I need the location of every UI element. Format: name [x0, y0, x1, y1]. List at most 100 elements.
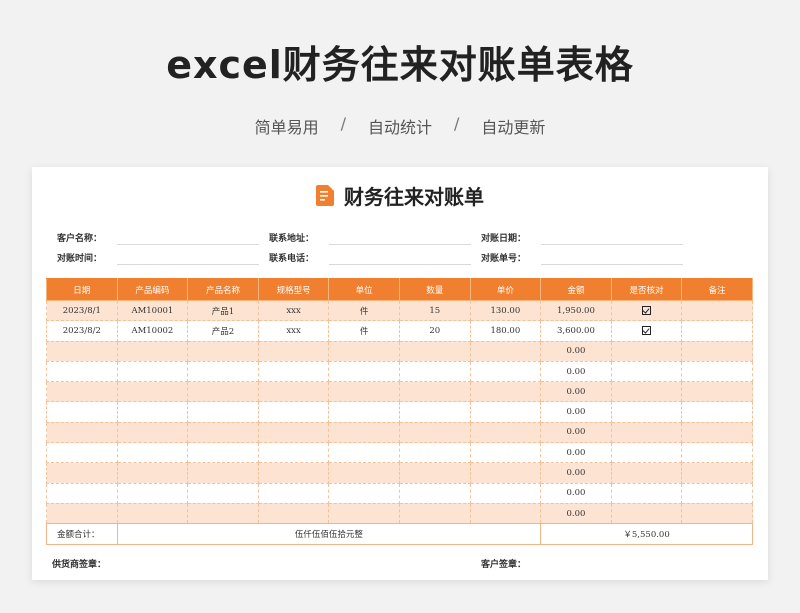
- cell-unit[interactable]: 件: [328, 320, 400, 342]
- cell-checked[interactable]: [610, 482, 683, 504]
- cell-unit-price[interactable]: [469, 442, 542, 464]
- contact-phone-field[interactable]: [329, 264, 471, 265]
- cell-unit-price[interactable]: [469, 502, 542, 525]
- cell-note[interactable]: [681, 462, 753, 484]
- cell-product-name[interactable]: 产品2: [187, 320, 259, 342]
- cell-checked[interactable]: [610, 360, 683, 383]
- cell-spec[interactable]: [257, 421, 330, 444]
- cell-spec[interactable]: [257, 462, 330, 484]
- cell-quantity[interactable]: [398, 462, 471, 484]
- cell-product-name[interactable]: [187, 381, 259, 403]
- cell-checked[interactable]: [610, 462, 683, 484]
- cell-product-name[interactable]: [187, 442, 259, 464]
- cell-note[interactable]: [681, 299, 753, 322]
- cell-product-code[interactable]: [116, 421, 189, 444]
- cell-product-name[interactable]: [187, 482, 259, 504]
- cell-unit[interactable]: [328, 421, 400, 444]
- cell-product-name[interactable]: [187, 401, 259, 423]
- cell-note[interactable]: [681, 442, 753, 464]
- cell-date[interactable]: 2023/8/2: [46, 320, 118, 342]
- cell-date[interactable]: [46, 360, 118, 383]
- cell-product-code[interactable]: AM10002: [116, 320, 189, 342]
- cell-spec[interactable]: [257, 482, 330, 504]
- cell-product-code[interactable]: [116, 401, 189, 423]
- cell-date[interactable]: [46, 442, 118, 464]
- cell-quantity[interactable]: [398, 502, 471, 525]
- cell-checked[interactable]: [610, 320, 683, 342]
- statement-date-field[interactable]: [541, 244, 683, 245]
- cell-checked[interactable]: [610, 340, 683, 362]
- cell-checked[interactable]: [610, 401, 683, 423]
- cell-unit-price[interactable]: [469, 340, 542, 362]
- cell-amount[interactable]: 0.00: [540, 381, 612, 403]
- cell-product-code[interactable]: [116, 360, 189, 383]
- cell-product-code[interactable]: [116, 442, 189, 464]
- cell-amount[interactable]: 0.00: [540, 340, 612, 362]
- cell-spec[interactable]: xxx: [257, 299, 330, 322]
- cell-amount[interactable]: 0.00: [540, 360, 612, 383]
- cell-date[interactable]: [46, 340, 118, 362]
- cell-note[interactable]: [681, 482, 753, 504]
- cell-note[interactable]: [681, 381, 753, 403]
- cell-checked[interactable]: [610, 381, 683, 403]
- cell-spec[interactable]: [257, 381, 330, 403]
- cell-quantity[interactable]: [398, 482, 471, 504]
- cell-unit-price[interactable]: [469, 421, 542, 444]
- cell-unit[interactable]: [328, 502, 400, 525]
- cell-spec[interactable]: [257, 360, 330, 383]
- cell-product-code[interactable]: AM10001: [116, 299, 189, 322]
- cell-unit[interactable]: [328, 482, 400, 504]
- cell-amount[interactable]: 0.00: [540, 502, 612, 525]
- cell-date[interactable]: [46, 421, 118, 444]
- cell-unit-price[interactable]: 180.00: [469, 320, 542, 342]
- cell-product-code[interactable]: [116, 482, 189, 504]
- cell-quantity[interactable]: 15: [398, 299, 471, 322]
- cell-unit[interactable]: [328, 381, 400, 403]
- cell-spec[interactable]: xxx: [257, 320, 330, 342]
- cell-spec[interactable]: [257, 340, 330, 362]
- cell-quantity[interactable]: [398, 340, 471, 362]
- checkbox-checked-icon[interactable]: [642, 305, 652, 315]
- cell-unit-price[interactable]: [469, 482, 542, 504]
- cell-product-code[interactable]: [116, 340, 189, 362]
- cell-checked[interactable]: [610, 421, 683, 444]
- cell-quantity[interactable]: [398, 360, 471, 383]
- cell-quantity[interactable]: [398, 401, 471, 423]
- cell-unit-price[interactable]: [469, 401, 542, 423]
- cell-unit-price[interactable]: [469, 360, 542, 383]
- cell-product-name[interactable]: [187, 340, 259, 362]
- cell-product-code[interactable]: [116, 462, 189, 484]
- cell-note[interactable]: [681, 401, 753, 423]
- cell-unit[interactable]: [328, 442, 400, 464]
- cell-note[interactable]: [681, 502, 753, 525]
- customer-name-field[interactable]: [117, 244, 259, 245]
- cell-amount[interactable]: 0.00: [540, 442, 612, 464]
- cell-product-name[interactable]: [187, 360, 259, 383]
- cell-amount[interactable]: 0.00: [540, 401, 612, 423]
- cell-product-name[interactable]: [187, 462, 259, 484]
- cell-amount[interactable]: 0.00: [540, 421, 612, 444]
- cell-quantity[interactable]: 20: [398, 320, 471, 342]
- cell-amount[interactable]: 3,600.00: [540, 320, 612, 342]
- cell-amount[interactable]: 0.00: [540, 482, 612, 504]
- cell-quantity[interactable]: [398, 442, 471, 464]
- cell-unit[interactable]: [328, 462, 400, 484]
- cell-note[interactable]: [681, 360, 753, 383]
- statement-time-field[interactable]: [117, 264, 259, 265]
- cell-date[interactable]: [46, 502, 118, 525]
- cell-unit-price[interactable]: [469, 381, 542, 403]
- cell-unit-price[interactable]: 130.00: [469, 299, 542, 322]
- cell-checked[interactable]: [610, 299, 683, 322]
- cell-product-name[interactable]: [187, 502, 259, 525]
- checkbox-checked-icon[interactable]: [642, 325, 652, 335]
- cell-checked[interactable]: [610, 442, 683, 464]
- cell-amount[interactable]: 0.00: [540, 462, 612, 484]
- cell-note[interactable]: [681, 421, 753, 444]
- cell-note[interactable]: [681, 320, 753, 342]
- cell-unit-price[interactable]: [469, 462, 542, 484]
- cell-spec[interactable]: [257, 442, 330, 464]
- statement-no-field[interactable]: [541, 264, 683, 265]
- cell-product-name[interactable]: [187, 421, 259, 444]
- cell-unit[interactable]: [328, 360, 400, 383]
- cell-checked[interactable]: [610, 502, 683, 525]
